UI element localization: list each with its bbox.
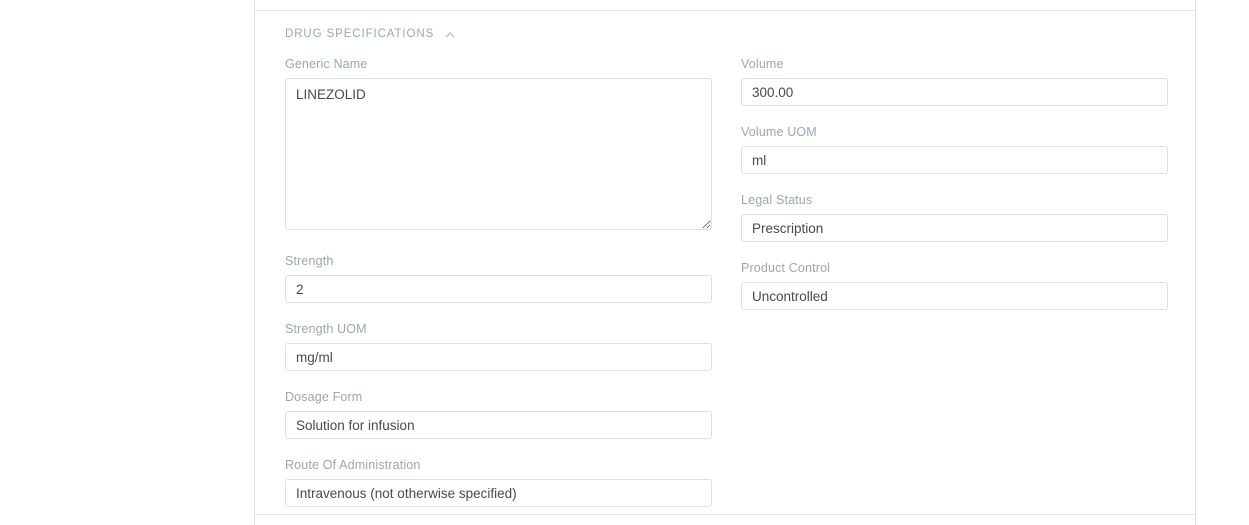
field-product-control: Product Control <box>741 260 1168 310</box>
chevron-up-icon[interactable] <box>444 29 456 41</box>
field-volume-uom: Volume UOM <box>741 124 1168 174</box>
label-dosage-form: Dosage Form <box>285 389 712 411</box>
input-volume-uom[interactable] <box>741 146 1168 174</box>
field-generic-name: Generic Name LINEZOLID <box>285 56 712 235</box>
form-column-right: Volume Volume UOM Legal Status Product C… <box>741 56 1168 310</box>
field-route-of-administration: Route Of Administration <box>285 457 712 507</box>
drug-specifications-panel: DRUG SPECIFICATIONS Generic Name LINEZOL… <box>254 0 1196 525</box>
label-product-control: Product Control <box>741 260 1168 282</box>
field-legal-status: Legal Status <box>741 192 1168 242</box>
label-legal-status: Legal Status <box>741 192 1168 214</box>
input-strength[interactable] <box>285 275 712 303</box>
input-dosage-form[interactable] <box>285 411 712 439</box>
input-legal-status[interactable] <box>741 214 1168 242</box>
drug-specifications-screen: DRUG SPECIFICATIONS Generic Name LINEZOL… <box>0 0 1249 525</box>
input-route-of-administration[interactable] <box>285 479 712 507</box>
label-generic-name: Generic Name <box>285 56 712 78</box>
field-strength: Strength <box>285 253 712 303</box>
panel-bottom-divider <box>255 514 1195 515</box>
section-title: DRUG SPECIFICATIONS <box>285 28 434 40</box>
form-column-left: Generic Name LINEZOLID Strength Strength… <box>285 56 712 507</box>
field-dosage-form: Dosage Form <box>285 389 712 439</box>
input-volume[interactable] <box>741 78 1168 106</box>
label-strength: Strength <box>285 253 712 275</box>
label-route-of-administration: Route Of Administration <box>285 457 712 479</box>
section-header-drug-specifications[interactable]: DRUG SPECIFICATIONS <box>285 28 456 40</box>
label-volume: Volume <box>741 56 1168 78</box>
panel-top-divider <box>255 10 1195 11</box>
label-strength-uom: Strength UOM <box>285 321 712 343</box>
label-volume-uom: Volume UOM <box>741 124 1168 146</box>
field-volume: Volume <box>741 56 1168 106</box>
input-generic-name[interactable]: LINEZOLID <box>285 78 712 230</box>
input-product-control[interactable] <box>741 282 1168 310</box>
input-strength-uom[interactable] <box>285 343 712 371</box>
field-strength-uom: Strength UOM <box>285 321 712 371</box>
